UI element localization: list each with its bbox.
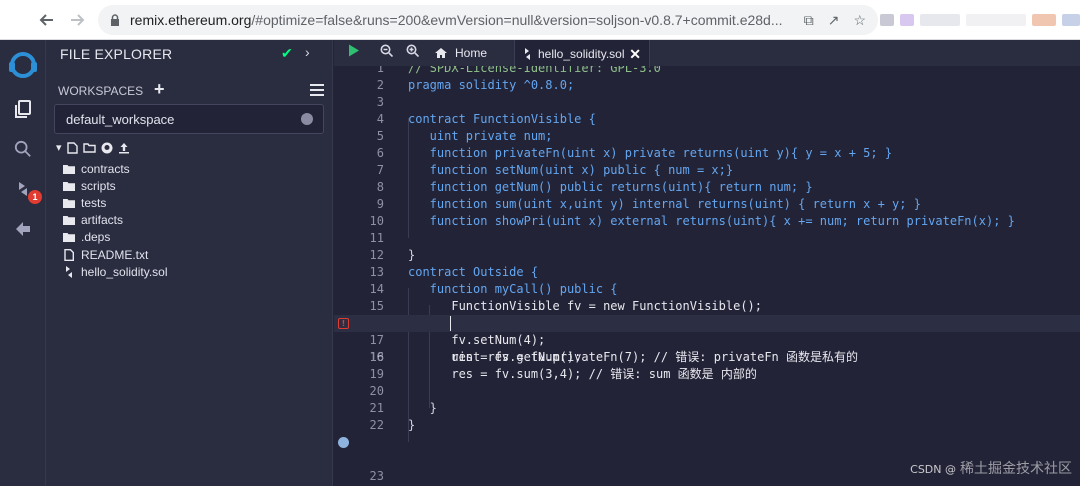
folder-icon <box>62 163 75 175</box>
code-line-active: ! 16 uint res = fv.privateFn(7); // 错误: … <box>334 315 1080 364</box>
browser-toolbar: remix.ethereum.org/#optimize=false&runs=… <box>0 0 1080 40</box>
watermark-text: 稀土掘金技术社区 <box>960 461 1072 477</box>
code-line: 4 contract FunctionVisible { <box>376 112 596 126</box>
tab-home-label: Home <box>455 46 488 60</box>
watermark-csdn: CSDN @ <box>910 463 956 476</box>
tab-file-label: hello_solidity.sol <box>538 47 625 61</box>
code-line: 22} <box>369 418 416 432</box>
solidity-file-icon <box>525 48 530 60</box>
folder-icon <box>62 231 75 243</box>
workspace-select[interactable]: default_workspace <box>54 104 324 134</box>
code-line: 18 res = fv.getNum(); <box>369 350 582 364</box>
icon-panel: 1 <box>0 40 46 486</box>
tree-item-hello-solidity[interactable]: hello_solidity.sol <box>62 263 168 280</box>
panel-title: FILE EXPLORER <box>60 46 173 62</box>
code-line: 21 } <box>369 401 437 415</box>
search-icon[interactable] <box>10 136 36 162</box>
code-line: 6 function privateFn(uint x) private ret… <box>376 146 893 160</box>
code-line: 2 pragma solidity ^0.8.0; <box>376 78 575 92</box>
upload-icon[interactable] <box>118 142 130 154</box>
text-cursor <box>450 316 451 331</box>
file-tree: contracts scripts tests artifacts .deps … <box>62 160 168 280</box>
file-explorer-panel: FILE EXPLORER ✔ › WORKSPACES + default_w… <box>46 40 333 486</box>
tree-item-label: hello_solidity.sol <box>81 264 168 279</box>
tree-item-label: README.txt <box>81 247 149 262</box>
caret-down-icon[interactable]: ▾ <box>56 141 62 154</box>
hamburger-menu-icon[interactable] <box>310 84 324 96</box>
code-line: 9 function sum(uint x,uint y) internal r… <box>376 197 921 211</box>
tree-item-label: tests <box>81 195 107 210</box>
tree-item-tests[interactable]: tests <box>62 194 168 211</box>
url-path: /#optimize=false&runs=200&evmVersion=nul… <box>251 12 783 28</box>
code-line: 20 <box>369 384 384 398</box>
extensions-area <box>880 8 1080 32</box>
editor: Home hello_solidity.sol ✕ 1// SPDX-Licen… <box>334 40 1080 486</box>
zoom-in-icon[interactable] <box>406 44 419 57</box>
translate-icon[interactable]: ⧉ <box>804 12 814 29</box>
code-line: 19 res = fv.sum(3,4); // 错误: sum 函数是 内部的 <box>369 367 757 381</box>
share-icon[interactable]: ↗ <box>828 12 840 29</box>
editor-tab-bar: Home hello_solidity.sol ✕ <box>334 40 1080 68</box>
address-bar[interactable]: remix.ethereum.org/#optimize=false&runs=… <box>98 5 878 35</box>
github-icon[interactable] <box>101 142 113 154</box>
run-play-icon[interactable] <box>348 44 360 57</box>
select-caret-icon <box>301 113 313 125</box>
code-line: 3 <box>376 95 384 109</box>
code-line: 10 function showPri(uint x) external ret… <box>369 214 1015 228</box>
code-line: 7 function setNum(uint x) public { num =… <box>376 163 734 177</box>
solidity-file-icon <box>62 265 75 278</box>
remix-logo-icon[interactable] <box>6 48 40 82</box>
code-line: 1// SPDX-License-Identifier: GPL-3.0 <box>376 66 661 75</box>
new-folder-icon[interactable] <box>82 142 96 153</box>
folder-icon <box>62 180 75 192</box>
folder-icon <box>62 197 75 209</box>
tree-item-deps[interactable]: .deps <box>62 229 168 246</box>
file-tree-toolbar: ▾ <box>56 141 130 154</box>
file-explorer-icon[interactable] <box>10 96 36 122</box>
back-icon[interactable] <box>32 5 62 35</box>
code-line: 8 function getNum() public returns(uint)… <box>376 180 813 194</box>
deploy-run-icon[interactable] <box>10 216 36 242</box>
code-editor[interactable]: 1// SPDX-License-Identifier: GPL-3.0 2 pr… <box>334 66 1080 486</box>
check-icon: ✔ <box>281 45 293 61</box>
watermark: CSDN @ 稀土掘金技术社区 <box>910 458 1072 478</box>
file-icon <box>62 248 75 261</box>
tree-item-readme[interactable]: README.txt <box>62 246 168 263</box>
create-workspace-button[interactable]: + <box>154 79 165 100</box>
code-line: 14 function myCall() public { <box>369 282 618 296</box>
lock-icon <box>111 14 119 26</box>
code-line: 13 contract Outside { <box>369 265 539 279</box>
zoom-out-icon[interactable] <box>380 44 393 57</box>
tree-item-artifacts[interactable]: artifacts <box>62 212 168 229</box>
home-icon <box>435 48 447 58</box>
tab-home[interactable]: Home <box>434 40 487 66</box>
tree-item-label: .deps <box>81 230 111 245</box>
tree-item-label: artifacts <box>81 213 124 228</box>
code-line: 15 FunctionVisible fv = new FunctionVisi… <box>369 299 763 313</box>
code-line: 12} <box>369 248 416 262</box>
error-marker-icon[interactable]: ! <box>338 318 349 329</box>
workspace-selected-value: default_workspace <box>66 111 175 127</box>
folder-icon <box>62 214 75 226</box>
tree-item-label: scripts <box>81 178 116 193</box>
tab-hello-solidity[interactable]: hello_solidity.sol ✕ <box>514 40 650 68</box>
workspaces-label: WORKSPACES <box>58 84 144 98</box>
forward-icon[interactable] <box>62 5 92 35</box>
error-badge: 1 <box>28 190 42 204</box>
tree-item-contracts[interactable]: contracts <box>62 160 168 177</box>
breakpoint-icon[interactable] <box>338 437 349 448</box>
close-icon[interactable]: ✕ <box>629 46 641 63</box>
code-line: 5 uint private num; <box>376 129 553 143</box>
code-line: 17 fv.setNum(4); <box>369 333 546 347</box>
tree-item-label: contracts <box>81 161 130 176</box>
code-line: 23 <box>334 434 1080 483</box>
star-icon[interactable]: ☆ <box>853 12 866 29</box>
new-file-icon[interactable] <box>66 141 78 154</box>
tree-item-scripts[interactable]: scripts <box>62 177 168 194</box>
chevron-right-icon[interactable]: › <box>305 44 310 60</box>
url-host: remix.ethereum.org <box>130 12 252 28</box>
code-line: 11 <box>369 231 384 245</box>
